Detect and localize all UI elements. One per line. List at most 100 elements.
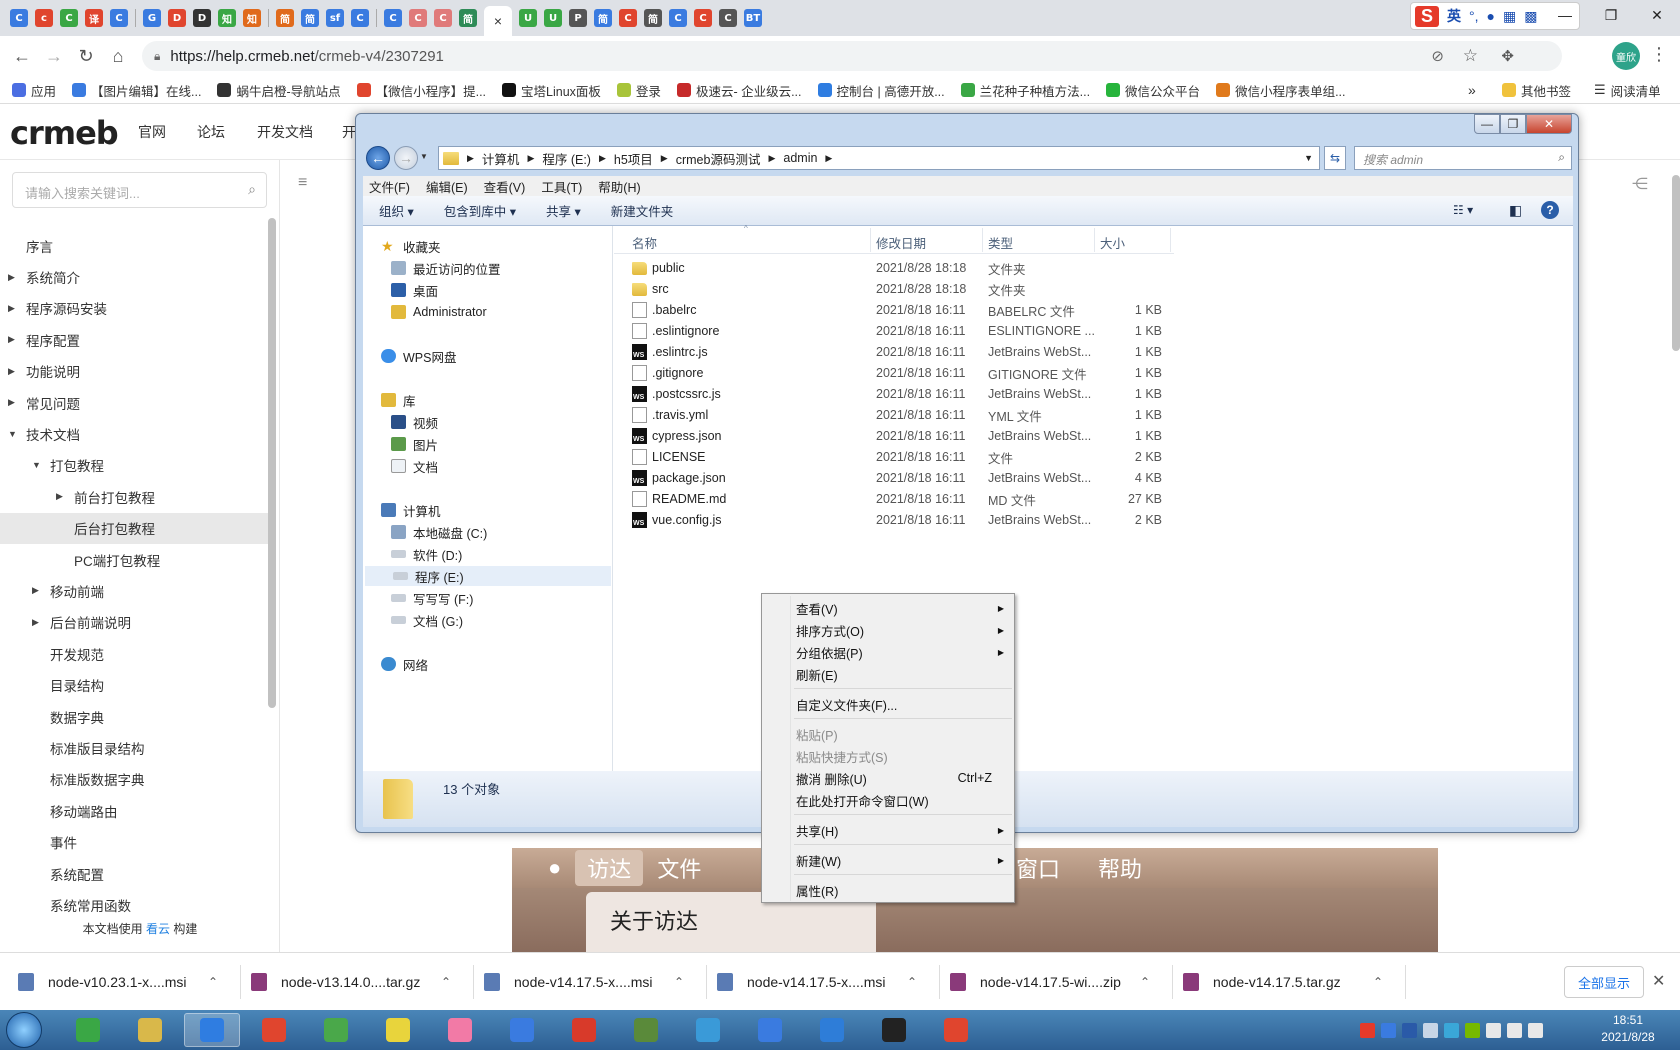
file-row[interactable]: src 2021/8/28 18:18 文件夹 xyxy=(614,279,1194,299)
tab-favicon[interactable]: D xyxy=(168,9,186,27)
site-logo[interactable]: crmeb xyxy=(10,114,119,152)
bookmark-item[interactable]: 应用 xyxy=(12,81,56,100)
taskbar-app-button[interactable] xyxy=(122,1013,178,1047)
taskbar-app-button[interactable] xyxy=(494,1013,550,1047)
home-icon[interactable]: ⌂ xyxy=(106,44,130,68)
search-icon[interactable]: ⌕ xyxy=(1558,150,1565,165)
tab-favicon[interactable]: G xyxy=(143,9,161,27)
taskbar-app-button[interactable] xyxy=(60,1013,116,1047)
show-all-downloads-button[interactable]: 全部显示 xyxy=(1564,966,1644,998)
toc-item[interactable]: ▶ 前台打包教程 xyxy=(0,481,268,512)
share-icon[interactable]: ⋲ xyxy=(1632,174,1648,194)
taskbar-app-button[interactable] xyxy=(618,1013,674,1047)
tab-favicon[interactable]: 知 xyxy=(243,9,261,27)
caret-right-icon[interactable]: ▶ xyxy=(8,397,15,408)
taskbar-app-button[interactable] xyxy=(184,1013,240,1047)
ctx-group[interactable]: 分组依据(P) ▶ xyxy=(796,642,1010,662)
crumb-crmeb[interactable]: crmeb源码测试 xyxy=(676,149,761,168)
caret-right-icon[interactable]: ▶ xyxy=(8,303,15,314)
caret-right-icon[interactable]: ▶ xyxy=(8,272,15,283)
bookmark-item[interactable]: 【图片编辑】在线... xyxy=(72,81,201,100)
toc-item[interactable]: 开发规范 xyxy=(0,638,268,669)
explorer-back-icon[interactable]: ← xyxy=(366,146,390,170)
toc-item[interactable]: 目录结构 xyxy=(0,669,268,700)
tab-favicon[interactable]: 知 xyxy=(218,9,236,27)
nav-documents[interactable]: 文档 xyxy=(391,456,438,476)
nav-pictures[interactable]: 图片 xyxy=(391,434,438,454)
toc-item[interactable]: ▼ 技术文档 xyxy=(0,418,268,449)
command-bar-button[interactable]: 包含到库中 ▾ xyxy=(444,201,516,220)
toc-item[interactable]: ▼ 打包教程 xyxy=(0,450,268,481)
url-bar[interactable]: 🔒︎ https://help.crmeb.net/crmeb-v4/23072… xyxy=(142,41,1562,71)
nav-forum[interactable]: 论坛 xyxy=(197,122,225,142)
taskbar-app-button[interactable] xyxy=(866,1013,922,1047)
kancloud-link[interactable]: 看云 xyxy=(146,922,170,936)
view-options-icon[interactable]: ☷ ▾ xyxy=(1453,203,1473,217)
chevron-up-icon[interactable]: ⌃ xyxy=(1373,975,1383,989)
tab-favicon[interactable]: C xyxy=(351,9,369,27)
tab-favicon[interactable]: 简 xyxy=(594,9,612,27)
bookmark-item[interactable]: 蜗牛启橙-导航站点 xyxy=(217,81,341,100)
taskbar-app-button[interactable] xyxy=(928,1013,984,1047)
bookmark-item[interactable]: 控制台 | 高德开放... xyxy=(817,81,945,100)
crumb-admin[interactable]: admin xyxy=(783,151,817,165)
explorer-close-button[interactable]: ✕ xyxy=(1526,114,1572,134)
page-scrollbar[interactable] xyxy=(1672,175,1680,351)
chevron-up-icon[interactable]: ⌃ xyxy=(674,975,684,989)
taskbar-app-button[interactable] xyxy=(680,1013,736,1047)
tab-favicon[interactable]: C xyxy=(719,9,737,27)
chevron-up-icon[interactable]: ⌃ xyxy=(907,975,917,989)
tray-app-icon[interactable] xyxy=(1486,1022,1501,1038)
search-icon[interactable]: ⌕ xyxy=(248,181,256,198)
nav-drive-d[interactable]: 软件 (D:) xyxy=(391,544,462,564)
eye-off-icon[interactable]: ⊘ xyxy=(1431,47,1444,65)
explorer-search-input[interactable]: 搜索 admin ⌕ xyxy=(1354,146,1572,170)
taskbar-app-button[interactable] xyxy=(308,1013,364,1047)
tab-favicon[interactable]: U xyxy=(519,9,537,27)
explorer-forward-icon[interactable]: → xyxy=(394,146,418,170)
explorer-minimize-button[interactable]: — xyxy=(1474,114,1500,134)
tab-favicon[interactable]: C xyxy=(669,9,687,27)
nav-drive-g[interactable]: 文档 (G:) xyxy=(391,610,463,630)
nav-libraries[interactable]: 库 xyxy=(381,390,416,410)
caret-right-icon[interactable]: ▶ xyxy=(56,491,63,502)
close-button[interactable]: ✕ xyxy=(1634,0,1680,30)
mic-icon[interactable]: ● xyxy=(1487,8,1495,24)
download-item[interactable]: node-v14.17.5.tar.gz ⌃ xyxy=(1183,953,1403,1011)
nav-drive-c[interactable]: 本地磁盘 (C:) xyxy=(391,522,487,542)
column-date[interactable]: 修改日期 xyxy=(876,233,926,252)
chevron-up-icon[interactable]: ⌃ xyxy=(441,975,451,989)
tab-favicon[interactable]: 简 xyxy=(459,9,477,27)
sogou-tray-icon[interactable] xyxy=(1360,1022,1375,1038)
file-row[interactable]: WS .postcssrc.js 2021/8/18 16:11 JetBrains … xyxy=(614,384,1194,404)
tray-app-icon[interactable] xyxy=(1402,1022,1417,1038)
tab-favicon[interactable]: 简 xyxy=(276,9,294,27)
ctx-new[interactable]: 新建(W) ▶ xyxy=(796,850,1010,870)
volume-icon[interactable] xyxy=(1528,1022,1543,1038)
file-row[interactable]: .eslintignore 2021/8/18 16:11 ESLINTIGNORE… xyxy=(614,321,1194,341)
nav-recent[interactable]: 最近访问的位置 xyxy=(391,258,501,278)
file-row[interactable]: WS package.json 2021/8/18 16:11 JetBrains W… xyxy=(614,468,1194,488)
tab-favicon[interactable]: 简 xyxy=(644,9,662,27)
file-row[interactable]: .gitignore 2021/8/18 16:11 GITIGNORE 文件 1 K… xyxy=(614,363,1194,383)
reload-icon[interactable]: ↻ xyxy=(74,44,98,68)
explorer-maximize-button[interactable]: ❐ xyxy=(1500,114,1526,134)
taskbar-app-button[interactable] xyxy=(742,1013,798,1047)
chevron-up-icon[interactable]: ⌃ xyxy=(208,975,218,989)
taskbar-app-button[interactable] xyxy=(370,1013,426,1047)
toc-item[interactable]: ▶ 程序源码安装 xyxy=(0,293,268,324)
explorer-menu-item[interactable]: 工具(T) xyxy=(541,177,582,196)
toc-item[interactable]: 后台打包教程 xyxy=(0,512,268,544)
shield-icon[interactable] xyxy=(1381,1022,1396,1038)
caret-right-icon[interactable]: ▶ xyxy=(8,366,15,377)
nav-administrator[interactable]: Administrator xyxy=(391,302,487,322)
nav-favorites[interactable]: ★ 收藏夹 xyxy=(381,236,441,256)
explorer-menu-item[interactable]: 文件(F) xyxy=(369,177,410,196)
nav-desktop[interactable]: 桌面 xyxy=(391,280,438,300)
bookmark-item[interactable]: 微信小程序表单组... xyxy=(1216,81,1345,100)
caret-down-icon[interactable]: ▼ xyxy=(8,429,17,439)
address-dropdown-icon[interactable]: ▼ xyxy=(1304,153,1313,163)
forward-icon[interactable]: → xyxy=(42,44,66,68)
ctx-open-command-window[interactable]: 在此处打开命令窗口(W) xyxy=(796,790,1010,810)
bookmark-item[interactable]: 兰花种子种植方法... xyxy=(960,81,1090,100)
